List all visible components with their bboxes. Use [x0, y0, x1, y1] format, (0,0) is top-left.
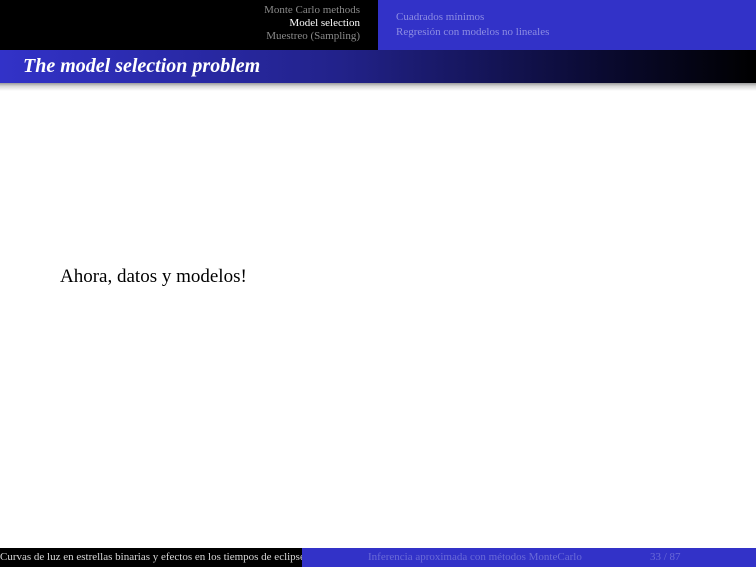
headline-navigation: Monte Carlo methods Model selection Mues…	[0, 0, 756, 50]
footline: Curvas de luz en estrellas binarias y ef…	[0, 548, 756, 567]
frame-title-shadow	[0, 83, 756, 91]
footer-author-title: Curvas de luz en estrellas binarias y ef…	[0, 548, 302, 567]
section-navigation: Monte Carlo methods Model selection Mues…	[0, 0, 378, 50]
subsection-navigation: Cuadrados mínimos Regresión con modelos …	[378, 0, 756, 50]
section-link-model-selection[interactable]: Model selection	[0, 17, 360, 30]
footer-right: Inferencia aproximada con métodos MonteC…	[302, 548, 756, 567]
frame-title: The model selection problem	[0, 50, 756, 83]
page-number: 33 / 87	[650, 551, 681, 563]
subsection-link-cuadrados[interactable]: Cuadrados mínimos	[396, 10, 756, 25]
section-link-muestreo[interactable]: Muestreo (Sampling)	[0, 30, 360, 43]
slide-body-text: Ahora, datos y modelos!	[60, 266, 247, 287]
subsection-link-regresion[interactable]: Regresión con modelos no lineales	[396, 25, 756, 40]
section-link-monte-carlo[interactable]: Monte Carlo methods	[0, 4, 360, 17]
footer-short-title: Inferencia aproximada con métodos MonteC…	[368, 551, 582, 563]
